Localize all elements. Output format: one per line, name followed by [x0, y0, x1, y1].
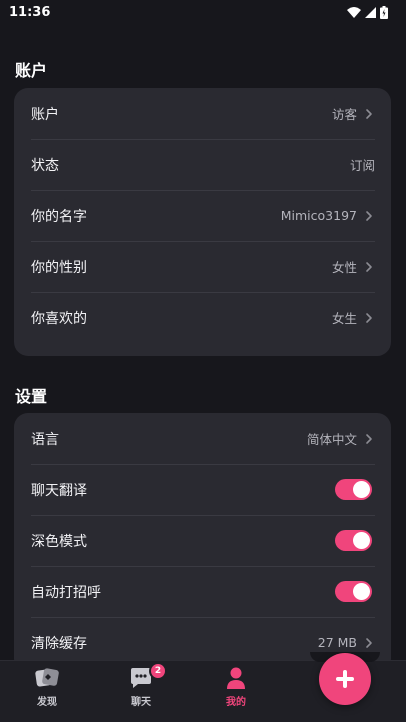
row-right: 订阅 — [350, 155, 375, 174]
row-value: 27 MB — [317, 635, 357, 650]
toggle-knob — [353, 532, 370, 549]
status-row: 状态 订阅 — [14, 139, 391, 190]
account-row[interactable]: 账户 访客 — [14, 88, 391, 139]
chevron-right-icon — [366, 108, 372, 119]
status-icons — [347, 5, 388, 19]
row-value: 女生 — [331, 311, 357, 326]
chat-translate-row: 聊天翻译 — [14, 464, 391, 515]
row-value: Mimico3197 — [280, 208, 357, 223]
row-right: 访客 — [332, 104, 375, 123]
settings-card: 语言 简体中文 聊天翻译 深色模式 自动打招呼 清除缓存 27 MB — [14, 413, 391, 673]
tab-chat[interactable]: 2 聊天 — [96, 661, 186, 722]
row-right: 女生 — [332, 308, 375, 327]
chevron-right-icon — [366, 637, 372, 648]
auto-greet-toggle[interactable] — [335, 581, 372, 602]
row-value: 订阅 — [349, 158, 375, 173]
tab-label: 我的 — [226, 697, 246, 708]
dark-mode-row: 深色模式 — [14, 515, 391, 566]
settings-section-title: 设置 — [15, 387, 48, 406]
preference-row[interactable]: 你喜欢的 女生 — [14, 292, 391, 343]
account-card: 账户 访客 状态 订阅 你的名字 Mimico3197 你的性别 女性 你喜欢的… — [14, 88, 391, 356]
chevron-right-icon — [366, 261, 372, 272]
toggle-knob — [353, 583, 370, 600]
unread-badge: 2 — [149, 662, 167, 680]
account-section-title: 账户 — [15, 61, 48, 80]
row-label: 账户 — [31, 106, 59, 123]
row-value: 女性 — [331, 260, 357, 275]
create-button[interactable] — [319, 653, 371, 705]
status-bar: 11:36 — [0, 0, 406, 24]
chevron-right-icon — [366, 433, 372, 444]
row-label: 自动打招呼 — [31, 584, 101, 601]
row-value: 访客 — [331, 107, 357, 122]
row-label: 语言 — [31, 431, 59, 448]
gender-row[interactable]: 你的性别 女性 — [14, 241, 391, 292]
tab-me[interactable]: 我的 — [191, 661, 281, 722]
tab-discover[interactable]: 发现 — [2, 661, 92, 722]
tab-label: 发现 — [37, 697, 57, 708]
chat-translate-toggle[interactable] — [335, 479, 372, 500]
row-right: 女性 — [332, 257, 375, 276]
wifi-icon — [347, 6, 361, 18]
chat-bubble-icon: 2 — [128, 662, 167, 691]
row-label: 聊天翻译 — [31, 482, 87, 499]
plus-icon — [336, 670, 354, 688]
auto-greet-row: 自动打招呼 — [14, 566, 391, 617]
row-label: 清除缓存 — [31, 635, 87, 652]
status-time: 11:36 — [9, 4, 51, 20]
row-value: 简体中文 — [306, 432, 357, 447]
language-row[interactable]: 语言 简体中文 — [14, 413, 391, 464]
row-label: 你的名字 — [31, 208, 87, 225]
row-right: Mimico3197 — [281, 208, 375, 223]
toggle-knob — [353, 481, 370, 498]
row-label: 你的性别 — [31, 259, 87, 276]
chevron-right-icon — [366, 210, 372, 221]
dark-mode-toggle[interactable] — [335, 530, 372, 551]
battery-icon — [380, 5, 388, 19]
cellular-signal-icon — [365, 6, 376, 18]
row-right: 简体中文 — [307, 429, 375, 448]
chevron-right-icon — [366, 312, 372, 323]
name-row[interactable]: 你的名字 Mimico3197 — [14, 190, 391, 241]
row-label: 深色模式 — [31, 533, 87, 550]
row-right: 27 MB — [318, 635, 375, 650]
tab-label: 聊天 — [131, 697, 151, 708]
row-label: 你喜欢的 — [31, 310, 87, 327]
row-label: 状态 — [31, 157, 59, 174]
discover-icon — [34, 665, 60, 691]
profile-icon — [223, 665, 249, 691]
